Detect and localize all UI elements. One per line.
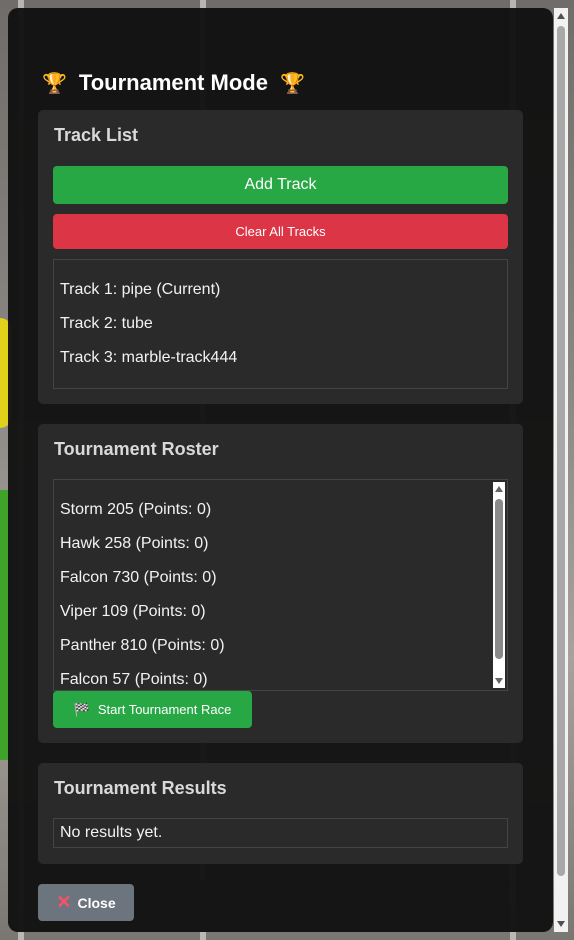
page-scroll-thumb[interactable] <box>557 26 565 876</box>
add-track-button[interactable]: Add Track <box>53 166 508 204</box>
scroll-up-arrow-icon[interactable] <box>495 486 503 492</box>
roster-item: Hawk 258 (Points: 0) <box>60 535 209 552</box>
roster-item: Falcon 57 (Points: 0) <box>60 671 208 688</box>
roster-item: Falcon 730 (Points: 0) <box>60 569 217 586</box>
roster-list[interactable]: Storm 205 (Points: 0) Hawk 258 (Points: … <box>53 479 508 691</box>
close-button[interactable]: ✕ Close <box>38 884 134 921</box>
scroll-up-arrow-icon[interactable] <box>557 13 565 19</box>
roster-item: Panther 810 (Points: 0) <box>60 637 225 654</box>
bottom-toolbar-background <box>68 880 508 932</box>
trophy-icon: 🏆 <box>279 72 305 95</box>
scroll-down-arrow-icon[interactable] <box>495 678 503 684</box>
track-list-item[interactable]: Track 3: marble-track444 <box>60 349 237 367</box>
results-heading: Tournament Results <box>54 778 227 798</box>
results-panel: Tournament Results No results yet. <box>38 763 523 864</box>
track-list-heading: Track List <box>54 125 139 145</box>
trophy-icon: 🏆 <box>42 72 67 95</box>
start-tournament-race-button[interactable]: 🏁 Start Tournament Race <box>53 691 252 728</box>
roster-item: Viper 109 (Points: 0) <box>60 603 206 620</box>
roster-panel: Tournament Roster Storm 205 (Points: 0) … <box>38 424 523 743</box>
roster-item: Storm 205 (Points: 0) <box>60 501 212 518</box>
scroll-down-arrow-icon[interactable] <box>557 921 565 927</box>
modal-title: 🏆 Tournament Mode 🏆 <box>42 70 305 96</box>
close-label: Close <box>77 894 116 911</box>
start-tournament-race-label: Start Tournament Race <box>97 702 232 717</box>
track-list-item[interactable]: Track 2: tube <box>60 315 153 333</box>
page-scrollbar[interactable] <box>554 8 568 932</box>
modal-title-text: Tournament Mode <box>78 70 268 95</box>
close-icon: ✕ <box>56 892 72 912</box>
results-empty-text: No results yet. <box>60 824 163 841</box>
roster-heading: Tournament Roster <box>54 439 219 459</box>
track-list-panel: Track List Add Track Clear All Tracks Tr… <box>38 110 523 404</box>
results-box: No results yet. <box>53 818 508 848</box>
tournament-modal: 🏆 Tournament Mode 🏆 Track List Add Track… <box>8 8 553 932</box>
track-list-item[interactable]: Track 1: pipe (Current) <box>60 281 220 299</box>
roster-scrollbar[interactable] <box>493 482 505 688</box>
clear-all-tracks-button[interactable]: Clear All Tracks <box>53 214 508 249</box>
roster-scroll-thumb[interactable] <box>495 499 503 659</box>
track-list: Track 1: pipe (Current) Track 2: tube Tr… <box>53 259 508 389</box>
checkered-flag-icon: 🏁 <box>73 701 90 717</box>
